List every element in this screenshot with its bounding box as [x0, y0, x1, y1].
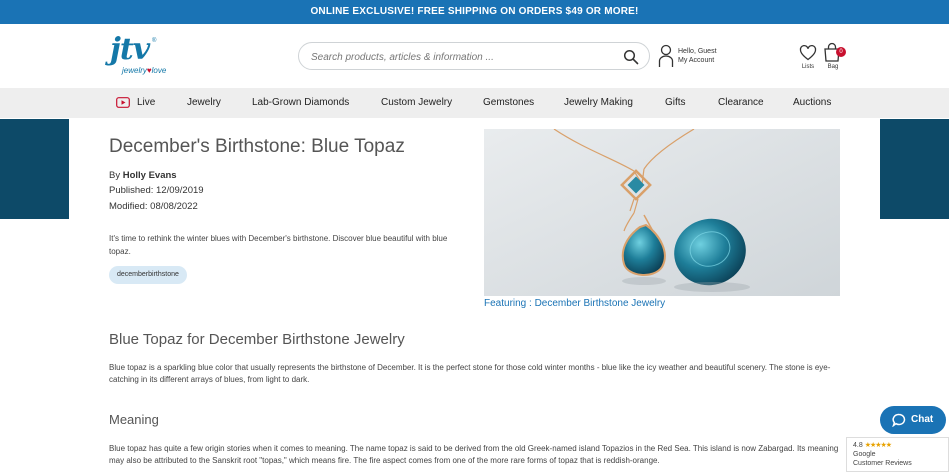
reviews-rating: 4.8	[853, 442, 863, 449]
nav-item-auctions[interactable]: Auctions	[793, 88, 831, 118]
left-decor-panel	[0, 119, 69, 219]
bag-link[interactable]: 0 Bag	[822, 40, 846, 72]
main-nav: Live Jewelry Lab-Grown Diamonds Custom J…	[0, 88, 949, 118]
byline-prefix: By	[109, 170, 123, 181]
meaning-heading: Meaning	[109, 412, 159, 427]
google-reviews-badge[interactable]: 4.8 ★★★★★ Google Customer Reviews	[846, 437, 949, 472]
topaz-pendant-illustration	[484, 129, 840, 296]
jtv-logo[interactable]: jtv ® jewelry♥love	[108, 32, 172, 80]
modified-date: Modified: 08/08/2022	[109, 201, 198, 212]
chat-button[interactable]: Chat	[880, 406, 946, 434]
chat-label: Chat	[911, 414, 934, 425]
nav-item-live[interactable]: Live	[137, 88, 155, 118]
right-decor-panel	[880, 119, 949, 219]
search-input[interactable]	[311, 49, 611, 65]
nav-item-gemstones[interactable]: Gemstones	[483, 88, 534, 118]
logo-registered-mark: ®	[152, 38, 157, 44]
section-heading: Blue Topaz for December Birthstone Jewel…	[109, 331, 405, 348]
nav-item-jewelry[interactable]: Jewelry	[187, 88, 221, 118]
chat-bubble-icon	[892, 413, 906, 427]
logo-tagline-love: love	[151, 66, 167, 75]
tag-decemberbirthstone[interactable]: decemberbirthstone	[109, 266, 187, 284]
live-video-icon[interactable]	[116, 97, 130, 108]
reviews-rating-row: 4.8 ★★★★★	[853, 441, 892, 449]
site-header: jtv ® jewelry♥love Hello, Guest My Accou…	[0, 24, 949, 88]
nav-item-lab-grown-diamonds[interactable]: Lab-Grown Diamonds	[252, 88, 349, 118]
user-icon	[658, 44, 674, 67]
meaning-paragraph: Blue topaz has quite a few origin storie…	[109, 444, 839, 465]
nav-item-custom-jewelry[interactable]: Custom Jewelry	[381, 88, 452, 118]
section-paragraph: Blue topaz is a sparkling blue color tha…	[109, 363, 831, 384]
logo-tagline-jewelry: jewelry	[122, 66, 147, 75]
published-date: Published: 12/09/2019	[109, 185, 204, 196]
account-label: My Account	[678, 57, 715, 64]
lists-label: Lists	[801, 64, 815, 70]
bag-count-badge: 0	[836, 47, 846, 57]
article-title: December's Birthstone: Blue Topaz	[109, 136, 405, 157]
article-byline: By Holly Evans	[109, 170, 177, 181]
search-bar[interactable]	[298, 42, 650, 70]
logo-tagline: jewelry♥love	[122, 66, 166, 75]
nav-item-gifts[interactable]: Gifts	[665, 88, 686, 118]
hero-image	[484, 129, 840, 296]
nav-item-jewelry-making[interactable]: Jewelry Making	[564, 88, 633, 118]
bag-label: Bag	[827, 64, 839, 70]
search-icon[interactable]	[623, 49, 639, 65]
reviews-source: Google	[853, 451, 876, 458]
promo-banner: ONLINE EXCLUSIVE! FREE SHIPPING ON ORDER…	[0, 0, 949, 24]
my-account-link[interactable]: Hello, Guest My Account	[658, 44, 728, 70]
reviews-label: Customer Reviews	[853, 460, 912, 467]
lists-link[interactable]: Lists	[798, 42, 818, 72]
nav-item-clearance[interactable]: Clearance	[718, 88, 764, 118]
rating-stars-icon: ★★★★★	[864, 442, 892, 449]
hero-caption-link[interactable]: Featuring : December Birthstone Jewelry	[484, 298, 665, 309]
logo-wordmark: jtv	[110, 32, 150, 67]
account-greeting: Hello, Guest	[678, 48, 717, 55]
heart-outline-icon	[799, 45, 817, 61]
article-intro: It's time to rethink the winter blues wi…	[109, 234, 448, 256]
author-link[interactable]: Holly Evans	[123, 170, 177, 181]
account-text: Hello, Guest My Account	[678, 47, 717, 65]
